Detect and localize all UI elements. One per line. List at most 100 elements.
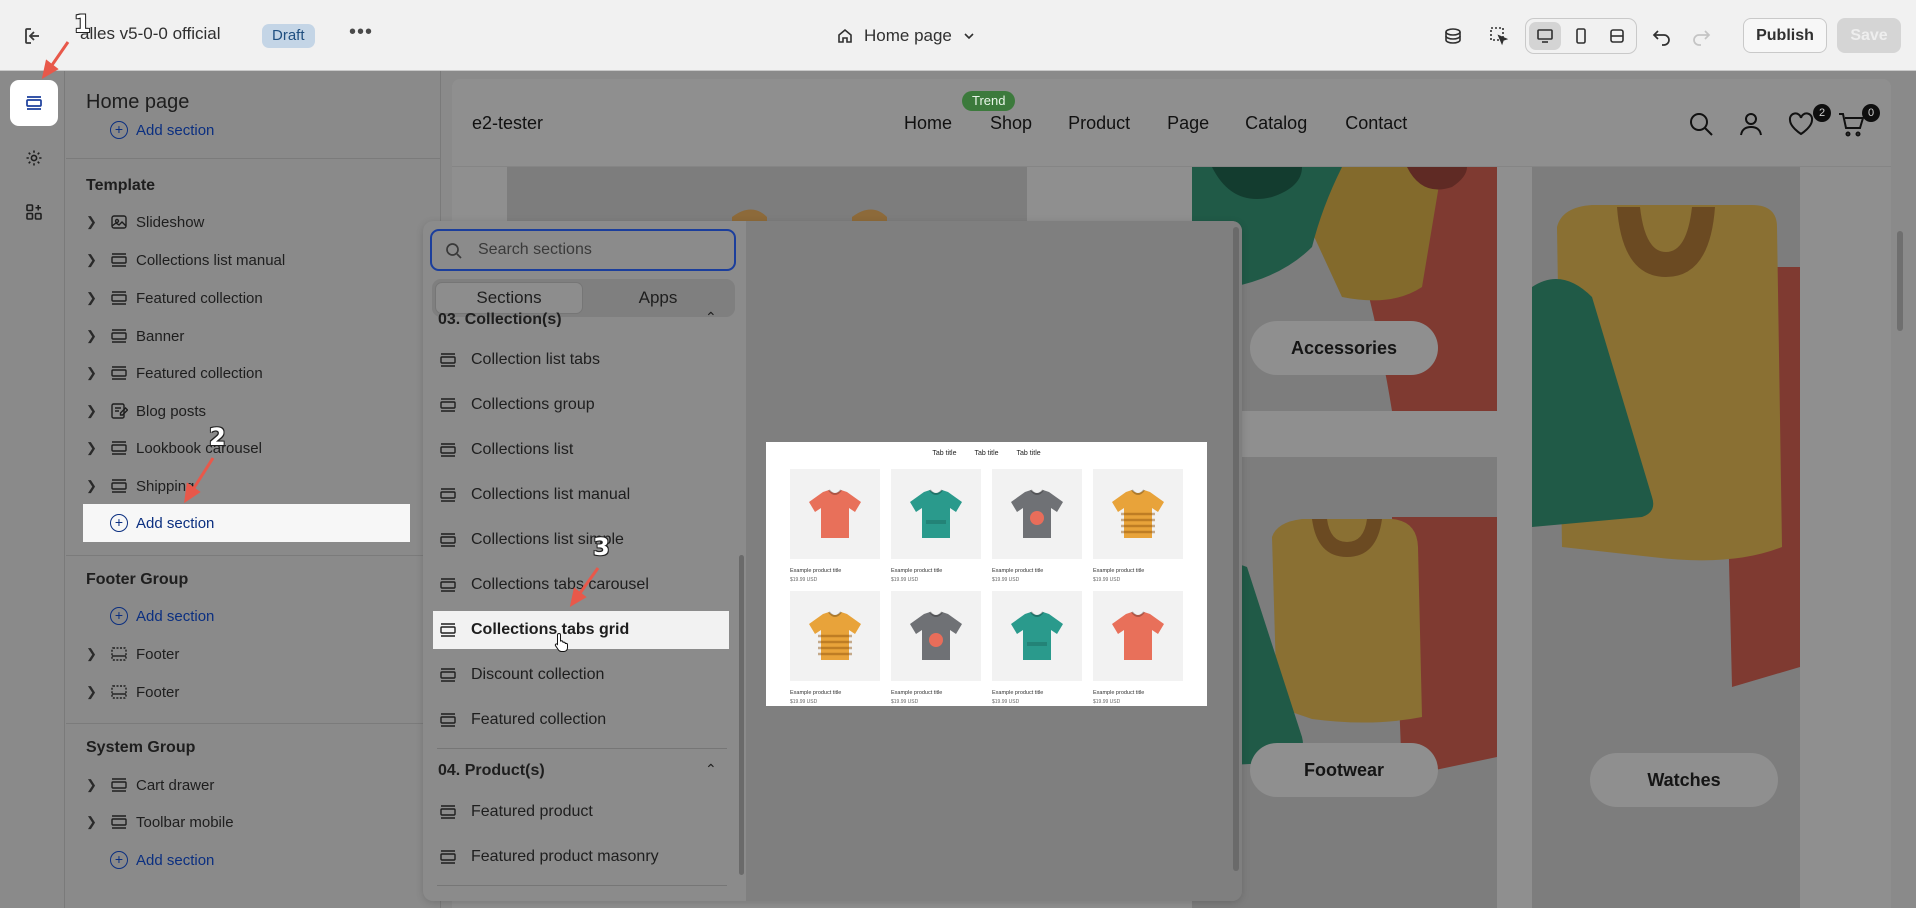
sidebar-title: Home page xyxy=(86,91,190,113)
publish-button[interactable]: Publish xyxy=(1743,18,1827,53)
section-option-label: Featured product xyxy=(471,803,593,820)
mobile-icon[interactable] xyxy=(1565,22,1597,50)
section-option-label: Collections group xyxy=(471,396,595,413)
preview-tab: Tab title xyxy=(932,450,957,457)
sidebar-item-collections-list-manual[interactable]: ❯ Collections list manual xyxy=(86,245,376,275)
sections-icon[interactable] xyxy=(10,80,58,126)
category-products[interactable]: 04. Product(s) xyxy=(438,762,545,780)
inspector-icon[interactable] xyxy=(1439,22,1467,50)
settings-icon[interactable] xyxy=(10,135,58,181)
chevron-right-icon[interactable]: ❯ xyxy=(86,777,102,793)
preview-product-price: $19.99 USD xyxy=(992,577,1020,583)
section-icon xyxy=(439,621,457,639)
undo-icon[interactable] xyxy=(1648,22,1676,50)
nav-product[interactable]: Product xyxy=(1068,113,1130,134)
collection-label[interactable]: Footwear xyxy=(1250,743,1438,797)
sidebar-item-shipping[interactable]: ❯ Shipping xyxy=(86,471,376,501)
tshirt-icon xyxy=(790,469,880,559)
apps-icon[interactable] xyxy=(10,189,58,235)
save-button[interactable]: Save xyxy=(1837,18,1901,53)
section-option-featured-collection[interactable]: Featured collection xyxy=(433,701,729,739)
sidebar-item-label: Shipping xyxy=(136,477,195,495)
category-collections[interactable]: 03. Collection(s) xyxy=(438,311,562,327)
chevron-up-icon[interactable]: ⌃ xyxy=(705,761,717,778)
sidebar-item-toolbar-mobile[interactable]: ❯ Toolbar mobile xyxy=(86,807,376,837)
nav-home[interactable]: Home xyxy=(904,113,952,134)
search-input[interactable]: Search sections xyxy=(430,229,736,271)
section-option-label: Collections tabs grid xyxy=(471,621,630,638)
chevron-right-icon[interactable]: ❯ xyxy=(86,684,102,700)
fullscreen-icon[interactable] xyxy=(1601,22,1633,50)
select-element-icon[interactable] xyxy=(1485,22,1513,50)
sidebar-item-footer[interactable]: ❯ Footer xyxy=(86,677,376,707)
sidebar-item-lookbook-carousel[interactable]: ❯ Lookbook carousel xyxy=(86,433,376,463)
picker-scrollbar[interactable] xyxy=(739,555,744,875)
chevron-right-icon[interactable]: ❯ xyxy=(86,365,102,381)
chevron-right-icon[interactable]: ❯ xyxy=(86,646,102,662)
section-option-collections-list-simple[interactable]: Collections list simple xyxy=(433,521,729,559)
tab-sections[interactable]: Sections xyxy=(435,282,583,314)
section-picker-list: Search sections Sections Apps 03. Collec… xyxy=(423,221,746,901)
system-add-section[interactable]: + Add section xyxy=(86,845,376,875)
sidebar-item-footer[interactable]: ❯ Footer xyxy=(86,639,376,669)
more-actions-icon[interactable]: ••• xyxy=(348,22,374,48)
chevron-right-icon[interactable]: ❯ xyxy=(86,478,102,494)
sidebar-item-featured-collection[interactable]: ❯ Featured collection xyxy=(86,283,376,313)
section-option-featured-product-masonry[interactable]: Featured product masonry xyxy=(433,838,729,876)
wishlist-count: 2 xyxy=(1813,104,1831,122)
nav-catalog[interactable]: Catalog xyxy=(1245,113,1307,134)
tshirt-icon xyxy=(891,591,981,681)
sidebar-item-slideshow[interactable]: ❯ Slideshow xyxy=(86,207,376,237)
chevron-right-icon[interactable]: ❯ xyxy=(86,214,102,230)
nav-contact[interactable]: Contact xyxy=(1345,113,1407,134)
plus-circle-icon: + xyxy=(110,851,128,869)
tshirt-icon xyxy=(1093,469,1183,559)
chevron-right-icon[interactable]: ❯ xyxy=(86,290,102,306)
section-option-collections-list-manual[interactable]: Collections list manual xyxy=(433,476,729,514)
section-option-discount-collection[interactable]: Discount collection xyxy=(433,656,729,694)
chevron-right-icon[interactable]: ❯ xyxy=(86,403,102,419)
chevron-right-icon[interactable]: ❯ xyxy=(86,252,102,268)
preview-product-title: Example product title xyxy=(790,690,842,696)
divider xyxy=(66,555,440,556)
sidebar-item-featured-collection[interactable]: ❯ Featured collection xyxy=(86,358,376,388)
section-icon xyxy=(439,576,457,594)
section-option-featured-product[interactable]: Featured product xyxy=(433,793,729,831)
preview-scrollbar[interactable] xyxy=(1897,231,1903,331)
sidebar-item-cart-drawer[interactable]: ❯ Cart drawer xyxy=(86,770,376,800)
chevron-right-icon[interactable]: ❯ xyxy=(86,814,102,830)
desktop-icon[interactable] xyxy=(1529,22,1561,50)
search-icon[interactable] xyxy=(1686,109,1716,139)
collection-card[interactable] xyxy=(507,167,1027,222)
section-icon xyxy=(439,396,457,414)
preview-product-title: Example product title xyxy=(992,568,1044,574)
preview-pane-scrollbar[interactable] xyxy=(1233,227,1239,871)
redo-icon[interactable] xyxy=(1687,22,1715,50)
footer-add-section[interactable]: + Add section xyxy=(86,601,376,631)
sidebar-item-blog-posts[interactable]: ❯ Blog posts xyxy=(86,396,376,426)
chevron-right-icon[interactable]: ❯ xyxy=(86,328,102,344)
header-add-section[interactable]: + Add section xyxy=(86,115,376,145)
collection-label[interactable]: Watches xyxy=(1590,753,1778,807)
collection-card-watches[interactable]: Watches xyxy=(1532,167,1800,908)
account-icon[interactable] xyxy=(1736,109,1766,139)
nav-shop[interactable]: Shop xyxy=(990,113,1032,134)
chevron-right-icon[interactable]: ❯ xyxy=(86,440,102,456)
sidebar-item-label: Footer xyxy=(136,683,180,701)
sidebar-item-label: Lookbook carousel xyxy=(136,439,262,457)
chevron-up-icon[interactable]: ⌃ xyxy=(705,309,717,326)
exit-icon[interactable] xyxy=(22,25,44,47)
section-option-collections-tabs-grid[interactable]: Collections tabs grid xyxy=(433,611,729,649)
editor-topbar: alles v5-0-0 official Draft ••• Home pag… xyxy=(0,0,1916,71)
collection-label[interactable]: Accessories xyxy=(1250,321,1438,375)
section-option-collections-list[interactable]: Collections list xyxy=(433,431,729,469)
page-selector[interactable]: Home page xyxy=(836,22,976,50)
template-add-section[interactable]: + Add section xyxy=(83,504,410,542)
wishlist-icon[interactable] xyxy=(1786,109,1816,139)
section-option-collections-group[interactable]: Collections group xyxy=(433,386,729,424)
section-option-collections-tabs-carousel[interactable]: Collections tabs carousel xyxy=(433,566,729,604)
nav-page[interactable]: Page xyxy=(1167,113,1209,134)
sidebar-item-banner[interactable]: ❯ Banner xyxy=(86,321,376,351)
store-logo[interactable]: e2-tester xyxy=(472,113,543,134)
section-option-collection-list-tabs[interactable]: Collection list tabs xyxy=(433,341,729,379)
